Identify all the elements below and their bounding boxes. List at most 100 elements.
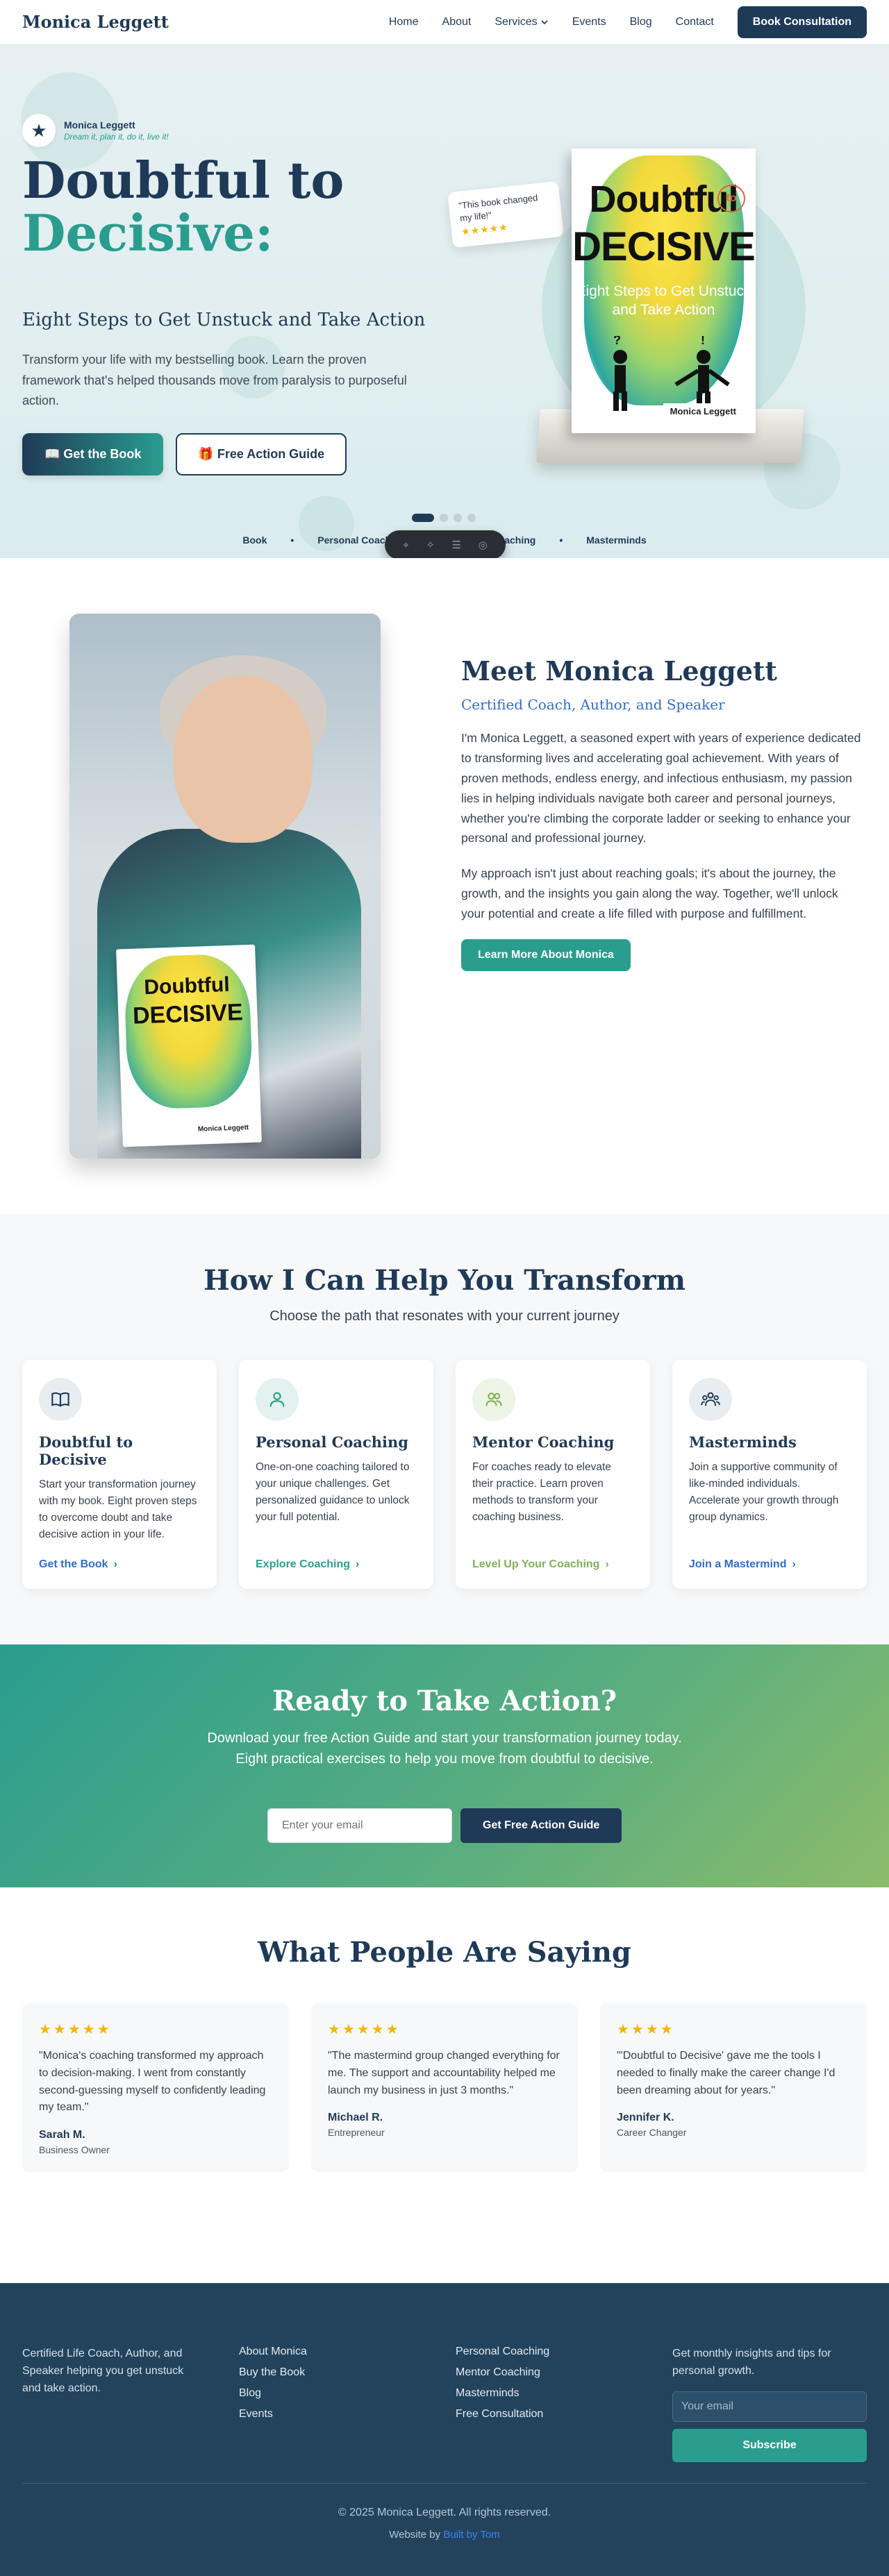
user-icon [269,1392,285,1407]
testimonial-card: ★★★★★ "The mastermind group changed ever… [311,2003,578,2172]
footer-link-buy-book[interactable]: Buy the Book [239,2366,307,2379]
testimonial-card: ★★★★ "'Doubtful to Decisive' gave me the… [600,2003,867,2172]
nav-services[interactable]: Services [495,16,548,28]
held-book-title1: Doubtful [143,973,231,1000]
card-link-join-mastermind[interactable]: Join a Mastermind › [689,1558,796,1571]
carousel-dot-2[interactable] [440,514,448,522]
cover-to: to [717,185,745,212]
card-description: Join a supportive community of like-mind… [689,1461,839,1524]
card-title: Doubtful to Decisive [39,1433,133,1468]
nav-about[interactable]: About [442,16,472,28]
cta-form: Get Free Action Guide [267,1808,622,1843]
service-card-masterminds[interactable]: Masterminds Join a supportive community … [672,1360,867,1589]
hero-title-line1: Doubtful to [22,151,344,210]
footer: Certified Life Coach, Author, and Speake… [0,2283,889,2576]
card-link-level-up[interactable]: Level Up Your Coaching › [472,1558,609,1571]
credit-link[interactable]: Built by Tom [443,2529,499,2541]
hero-title-line2: Decisive: [22,203,274,262]
book-icon [51,1392,69,1407]
brand-logo[interactable]: Monica Leggett [22,12,169,32]
meet-paragraph-1: I'm Monica Leggett, a seasoned expert wi… [461,731,861,845]
action-guide-section: Ready to Take Action? Download your free… [0,1644,889,1887]
toolbar-settings-icon[interactable]: ◎ [479,539,488,551]
nav-events[interactable]: Events [572,16,606,28]
held-book-author: Monica Leggett [193,1122,254,1135]
testimonial-quote: "'Doubtful to Decisive' gave me the tool… [617,2050,836,2096]
chevron-right-icon: › [792,1558,796,1570]
testimonial-quote: "Monica's coaching transformed my approa… [39,2050,266,2114]
footer-link-personal-coaching[interactable]: Personal Coaching [456,2346,549,2358]
top-nav: Monica Leggett Home About Services Event… [0,0,889,44]
service-card-personal-coaching[interactable]: Personal Coaching One-on-one coaching ta… [239,1360,433,1589]
free-action-guide-button[interactable]: 🎁 Free Action Guide [176,433,347,475]
rating-stars: ★★★★ [617,2022,675,2037]
footer-link-free-consultation[interactable]: Free Consultation [456,2408,549,2421]
footer-link-events[interactable]: Events [239,2408,307,2421]
card-icon-wrap [689,1378,732,1421]
email-input[interactable] [267,1808,452,1843]
get-the-book-button[interactable]: 📖 Get the Book [22,433,164,475]
testimonial-name: Jennifer K. [617,2112,674,2124]
testimonials-section: What People Are Saying ★★★★★ "Monica's c… [0,1887,889,2283]
card-title: Personal Coaching [256,1433,408,1451]
badge-name: Monica Leggett [64,119,135,131]
hero-description: Transform your life with my bestselling … [22,353,407,408]
service-card-book[interactable]: Doubtful to Decisive Start your transfor… [22,1360,217,1589]
hero-link-masterminds[interactable]: Masterminds [586,534,646,546]
chevron-right-icon: › [356,1558,360,1570]
rating-stars: ★★★★★ [328,2022,401,2037]
footer-link-about[interactable]: About Monica [239,2346,307,2358]
newsletter-email-input[interactable] [672,2391,867,2422]
testimonial-role: Business Owner [39,2144,110,2156]
testimonial-role: Career Changer [617,2127,687,2139]
chevron-right-icon: › [605,1558,609,1570]
carousel-dot-3[interactable] [454,514,462,522]
group-icon [701,1392,720,1406]
users-icon [485,1392,502,1406]
footer-newsletter: Get monthly insights and tips for person… [672,2346,867,2462]
services-subtitle: Choose the path that resonates with your… [269,1308,620,1324]
footer-divider [22,2483,867,2484]
separator-dot: • [559,534,563,546]
get-free-guide-button[interactable]: Get Free Action Guide [460,1808,622,1843]
hero-link-book[interactable]: Book [242,534,267,546]
testimonial-name: Michael R. [328,2112,383,2124]
book-cover[interactable]: Doubtful to DECISIVE Eight Steps to Get … [572,149,756,433]
cover-subtitle: Eight Steps to Get Unstuck and Take Acti… [576,283,751,319]
service-card-mentor-coaching[interactable]: Mentor Coaching For coaches ready to ele… [456,1360,650,1589]
footer-services-col: Personal Coaching Mentor Coaching Master… [456,2346,549,2429]
nav-contact[interactable]: Contact [676,16,714,28]
toolbar-magic-icon[interactable]: ✧ [426,539,435,551]
card-link-get-the-book[interactable]: Get the Book › [39,1558,117,1571]
figures-illustration: ? ! [613,336,730,411]
card-link-label: Explore Coaching [256,1558,351,1570]
carousel-dot-1[interactable] [412,514,434,522]
photo-face [174,676,313,843]
subscribe-button[interactable]: Subscribe [672,2428,867,2462]
author-badge: ★ Monica Leggett Dream it, plan it, do i… [22,114,169,147]
footer-link-mentor-coaching[interactable]: Mentor Coaching [456,2366,549,2379]
cta-description: Download your free Action Guide and star… [207,1731,682,1767]
held-book-title2: DECISIVE [132,999,244,1029]
card-icon-wrap [256,1378,299,1421]
card-icon-wrap [472,1378,515,1421]
newsletter-text: Get monthly insights and tips for person… [672,2348,831,2377]
learn-more-button[interactable]: Learn More About Monica [461,938,631,971]
testimonial-cards: ★★★★★ "Monica's coaching transformed my … [22,2003,867,2172]
cover-author: Monica Leggett [663,403,743,419]
footer-links-col: About Monica Buy the Book Blog Events [239,2346,307,2429]
toolbar-layout-icon[interactable]: ☰ [452,539,461,551]
card-title: Mentor Coaching [472,1433,615,1451]
meet-text: Meet Monica Leggett Certified Coach, Aut… [461,655,863,971]
nav-home[interactable]: Home [389,16,419,28]
svg-text:!: ! [701,336,705,347]
nav-blog[interactable]: Blog [630,16,652,28]
toolbar-inspect-icon[interactable]: ⌖ [403,539,408,551]
card-icon-wrap [39,1378,82,1421]
book-consultation-button[interactable]: Book Consultation [737,6,867,38]
footer-link-blog[interactable]: Blog [239,2387,307,2400]
hero-subtitle: Eight Steps to Get Unstuck and Take Acti… [22,310,426,330]
footer-link-masterminds[interactable]: Masterminds [456,2387,549,2400]
carousel-dot-4[interactable] [467,514,476,522]
card-link-explore-coaching[interactable]: Explore Coaching › [256,1558,359,1571]
